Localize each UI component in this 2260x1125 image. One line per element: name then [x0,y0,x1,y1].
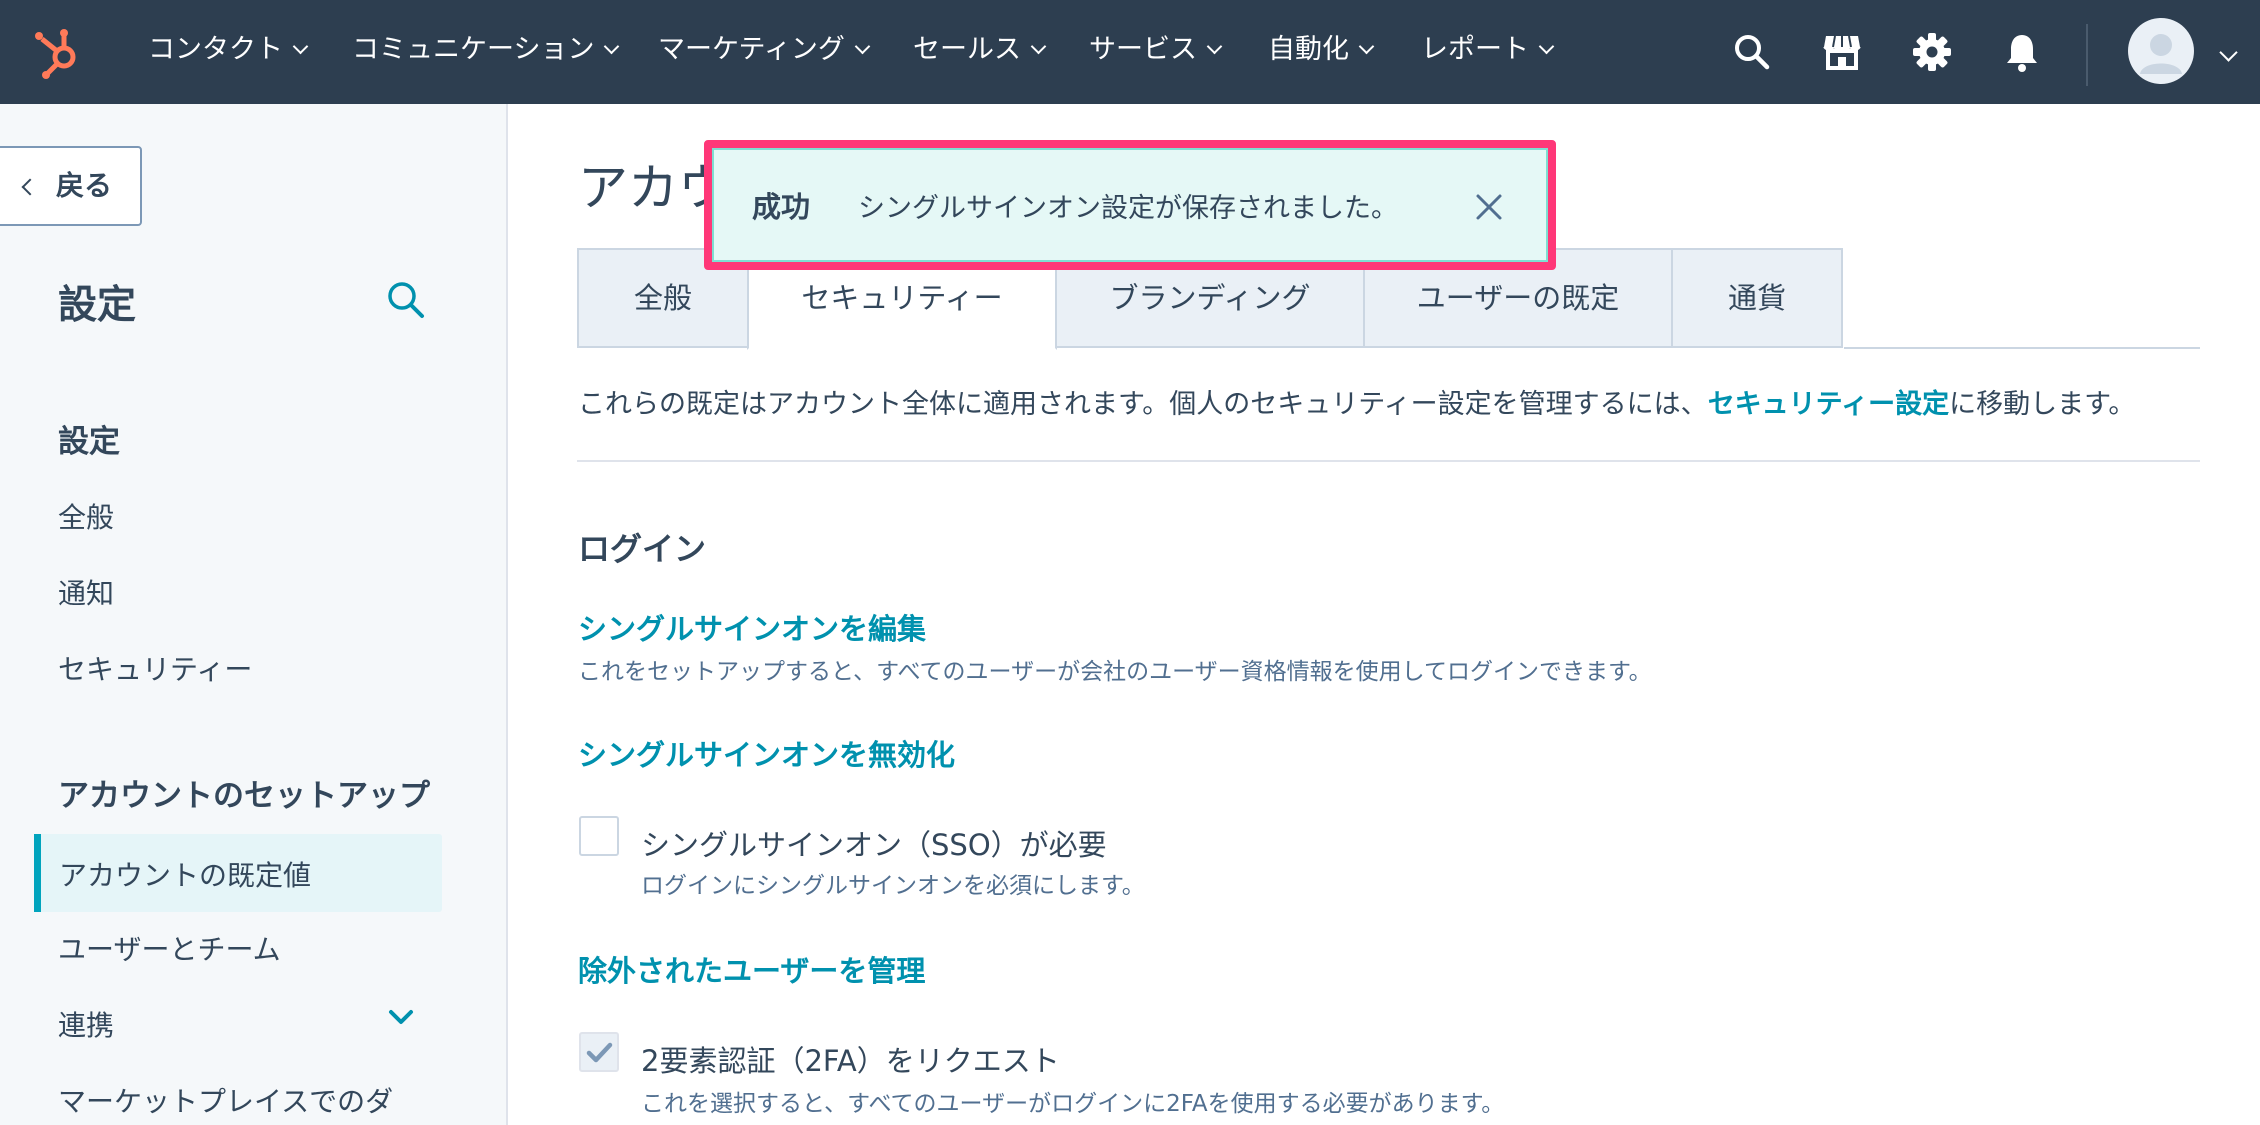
sidebar-item-marketplace-downloads[interactable]: マーケットプレイスでのダ [58,1080,393,1120]
sidebar-item-users-and-teams[interactable]: ユーザーとチーム [58,928,281,968]
back-button[interactable]: 戻る [0,146,142,226]
twofa-required-label[interactable]: 2要素認証（2FA）をリクエスト [641,1038,1060,1080]
chevron-down-icon [854,38,871,55]
nav-automation[interactable]: 自動化 [1268,30,1375,70]
security-settings-link[interactable]: セキュリティー設定 [1708,389,1949,420]
edit-sso-description: これをセットアップすると、すべてのユーザーが会社のユーザー資格情報を使用してログ… [578,659,1652,685]
chevron-down-icon[interactable] [2219,43,2238,62]
intro-text: これらの既定はアカウント全体に適用されます。個人のセキュリティー設定を管理するに… [578,382,2135,421]
user-avatar-icon [2140,34,2182,74]
sidebar-title: 設定 [58,283,137,328]
hubspot-logo-icon[interactable] [30,24,86,80]
sidebar-item-integrations[interactable]: 連携 [58,1004,114,1044]
intro-text-after: に移動します。 [1949,389,2136,420]
top-navigation-bar: コンタクト コミュニケーション マーケティング セールス サービス 自動化 レポ… [0,0,2260,104]
chevron-down-icon [1206,38,1223,55]
checkmark-icon [586,1042,613,1063]
login-section-title: ログイン [578,530,707,568]
chevron-down-icon[interactable] [388,1004,414,1030]
chevron-down-icon [292,38,309,55]
nav-contacts-label: コンタクト [148,34,283,65]
nav-conversations-label: コミュニケーション [352,34,595,65]
disable-sso-link[interactable]: シングルサインオンを無効化 [578,732,955,774]
sidebar-item-label: アカウントの既定値 [59,859,312,892]
nav-divider [2086,24,2088,86]
intro-text-before: これらの既定はアカウント全体に適用されます。個人のセキュリティー設定を管理するに… [578,389,1708,420]
divider [577,460,2200,462]
nav-reports[interactable]: レポート [1421,30,1555,70]
sidebar-section-heading-account-setup: アカウントのセットアップ [58,778,430,814]
tab-currency[interactable]: 通貨 [1671,248,1843,348]
gear-icon[interactable] [1910,30,1954,74]
nav-conversations[interactable]: コミュニケーション [352,30,620,70]
nav-sales-label: セールス [913,34,1021,65]
sidebar-item-notifications[interactable]: 通知 [58,572,114,612]
toast-highlight-frame [704,140,1556,270]
sidebar-section-heading-settings: 設定 [58,424,120,460]
back-button-label: 戻る [56,169,113,202]
sidebar-item-security[interactable]: セキュリティー [58,648,252,688]
avatar[interactable] [2128,18,2194,84]
sso-required-description: ログインにシングルサインオンを必須にします。 [641,873,1145,899]
sso-required-label[interactable]: シングルサインオン（SSO）が必要 [641,822,1107,864]
nav-reports-label: レポート [1421,34,1529,65]
marketplace-icon[interactable] [1820,30,1864,74]
chevron-down-icon [1030,38,1047,55]
bell-icon[interactable] [2000,30,2044,74]
chevron-left-icon [21,178,39,196]
nav-automation-label: 自動化 [1268,34,1349,65]
sidebar-item-account-defaults[interactable]: アカウントの既定値 [34,834,442,912]
chevron-down-icon [1358,38,1375,55]
settings-sidebar: 戻る 設定 設定 全般 通知 セキュリティー アカウントのセットアップ アカウン… [0,104,508,1125]
chevron-down-icon [1538,38,1555,55]
search-icon[interactable] [1730,30,1774,74]
manage-excluded-users-link[interactable]: 除外されたユーザーを管理 [578,948,925,990]
nav-sales[interactable]: セールス [913,30,1047,70]
twofa-required-description: これを選択すると、すべてのユーザーがログインに2FAを使用する必要があります。 [641,1091,1505,1117]
search-icon[interactable] [384,278,428,322]
tabs-baseline [1844,347,2200,349]
sso-required-checkbox[interactable] [579,816,619,856]
nav-service-label: サービス [1089,34,1197,65]
chevron-down-icon [604,38,620,55]
nav-marketing-label: マーケティング [658,34,845,65]
nav-contacts[interactable]: コンタクト [148,30,309,70]
twofa-required-checkbox[interactable] [579,1032,619,1072]
edit-sso-link[interactable]: シングルサインオンを編集 [578,606,926,648]
nav-service[interactable]: サービス [1089,30,1223,70]
nav-marketing[interactable]: マーケティング [658,30,871,70]
sidebar-item-general[interactable]: 全般 [58,496,114,536]
